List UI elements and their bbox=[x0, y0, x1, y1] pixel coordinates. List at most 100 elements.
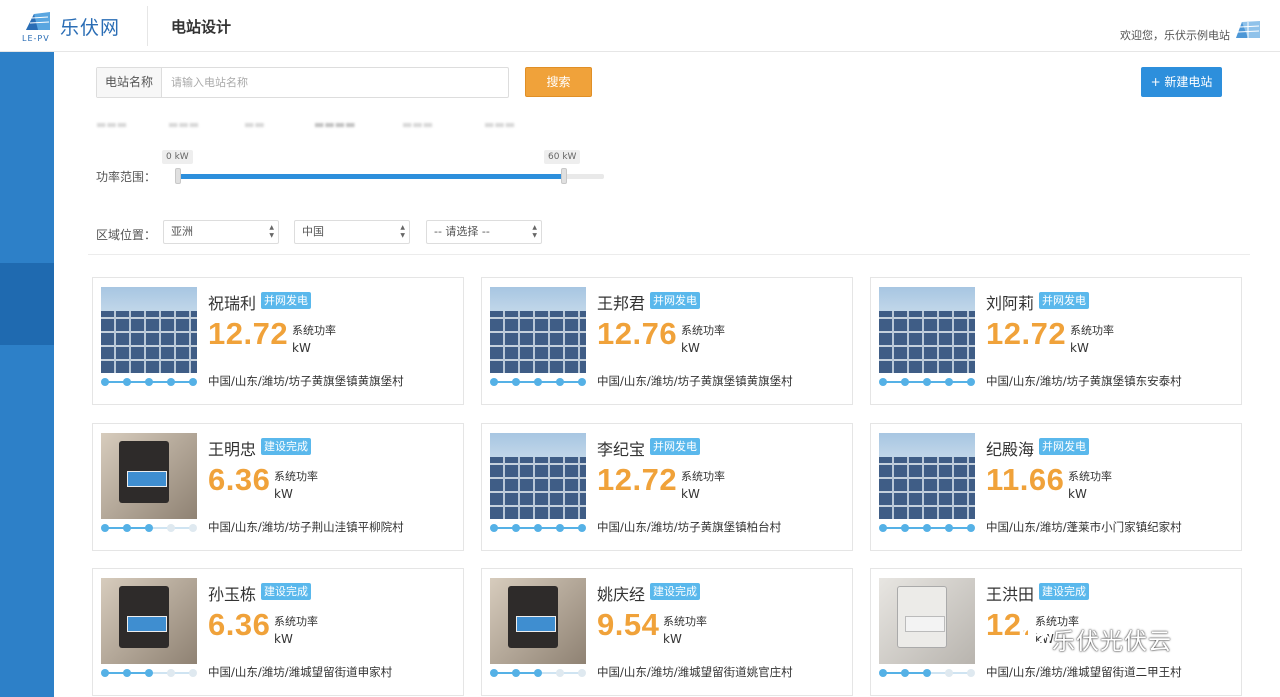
station-photo[interactable] bbox=[879, 433, 975, 519]
site-logo[interactable]: 乐伏网 LE-PV bbox=[22, 8, 132, 44]
status-badge: 建设完成 bbox=[261, 438, 311, 455]
wechat-icon bbox=[1023, 626, 1050, 647]
station-location: 中国/山东/潍坊/潍城望留街道姚官庄村 bbox=[597, 665, 793, 679]
station-card[interactable]: 王明忠 建设完成 6.36 系统功率 kW 中国/山东/潍坊/坊子荆山洼镇平柳院村 bbox=[92, 423, 464, 551]
station-owner-name[interactable]: 祝瑞利 bbox=[208, 290, 256, 314]
station-photo[interactable] bbox=[490, 287, 586, 373]
country-select[interactable]: 中国 ▲ ▼ bbox=[294, 220, 410, 244]
header-divider bbox=[147, 6, 148, 46]
station-location: 中国/山东/潍坊/潍城望留街道二甲王村 bbox=[986, 665, 1182, 679]
progress-steps bbox=[490, 377, 586, 387]
power-unit: kW bbox=[274, 487, 293, 501]
progress-step-dot bbox=[879, 524, 887, 532]
progress-step-dot bbox=[123, 669, 131, 677]
station-card[interactable]: 孙玉栋 建设完成 6.36 系统功率 kW 中国/山东/潍坊/潍城望留街道申家村 bbox=[92, 568, 464, 696]
progress-step-dot bbox=[945, 378, 953, 386]
slider-fill bbox=[178, 174, 563, 179]
station-photo[interactable] bbox=[101, 433, 197, 519]
status-filter-row: ▬▬▬ ▬▬▬ ▬▬ ▬▬▬▬ ▬▬▬ ▬▬▬ bbox=[96, 118, 516, 131]
system-power-value: 6.36 bbox=[208, 607, 271, 642]
system-power-label: 系统功率 bbox=[1070, 324, 1114, 337]
system-power-value: 12.76 bbox=[597, 316, 678, 351]
progress-step-dot bbox=[145, 669, 153, 677]
progress-steps bbox=[879, 668, 975, 678]
station-card[interactable]: 李纪宝 并网发电 12.72 系统功率 kW 中国/山东/潍坊/坊子黄旗堡镇柏台村 bbox=[481, 423, 853, 551]
station-name-input[interactable] bbox=[163, 68, 508, 97]
progress-step-dot bbox=[145, 524, 153, 532]
station-photo[interactable] bbox=[879, 287, 975, 373]
station-location: 中国/山东/潍坊/坊子黄旗堡镇黄旗堡村 bbox=[208, 374, 404, 388]
user-avatar-icon[interactable] bbox=[1234, 18, 1262, 44]
slider-min-handle[interactable] bbox=[175, 168, 181, 184]
select-arrows-icon: ▲ ▼ bbox=[400, 224, 405, 239]
station-card[interactable]: 姚庆经 建设完成 9.54 系统功率 kW 中国/山东/潍坊/潍城望留街道姚官庄村 bbox=[481, 568, 853, 696]
slider-min-label: 0 kW bbox=[162, 150, 193, 164]
station-photo[interactable] bbox=[490, 578, 586, 664]
progress-step-dot bbox=[123, 524, 131, 532]
logo-subtext: LE-PV bbox=[22, 34, 50, 43]
country-value: 中国 bbox=[302, 225, 324, 238]
status-badge: 并网发电 bbox=[261, 292, 311, 309]
system-power-value: 11.66 bbox=[986, 462, 1065, 497]
continent-select[interactable]: 亚洲 ▲ ▼ bbox=[163, 220, 279, 244]
progress-step-dot bbox=[123, 378, 131, 386]
station-card[interactable]: 刘阿莉 并网发电 12.72 系统功率 kW 中国/山东/潍坊/坊子黄旗堡镇东安泰村 bbox=[870, 277, 1242, 405]
progress-step-dot bbox=[901, 669, 909, 677]
station-card[interactable]: 王邦君 并网发电 12.76 系统功率 kW 中国/山东/潍坊/坊子黄旗堡镇黄旗堡村 bbox=[481, 277, 853, 405]
progress-step-dot bbox=[945, 524, 953, 532]
status-badge: 建设完成 bbox=[1039, 583, 1089, 600]
select-arrows-icon: ▲ ▼ bbox=[532, 224, 537, 239]
progress-step-dot bbox=[923, 524, 931, 532]
power-range-slider[interactable]: 0 kW 60 kW bbox=[162, 146, 606, 186]
power-unit: kW bbox=[1068, 487, 1087, 501]
progress-step-dot bbox=[967, 524, 975, 532]
system-power-label: 系统功率 bbox=[681, 470, 725, 483]
progress-step-dot bbox=[167, 669, 175, 677]
station-owner-name[interactable]: 姚庆经 bbox=[597, 581, 645, 605]
status-badge: 并网发电 bbox=[650, 292, 700, 309]
status-badge: 并网发电 bbox=[650, 438, 700, 455]
progress-step-dot bbox=[534, 378, 542, 386]
power-unit: kW bbox=[681, 341, 700, 355]
progress-step-dot bbox=[490, 669, 498, 677]
progress-step-dot bbox=[490, 524, 498, 532]
station-owner-name[interactable]: 李纪宝 bbox=[597, 436, 645, 460]
station-location: 中国/山东/潍坊/蓬莱市小门家镇纪家村 bbox=[986, 520, 1182, 534]
station-photo[interactable] bbox=[879, 578, 975, 664]
power-range-label: 功率范围： bbox=[96, 170, 157, 184]
sidebar-item-active[interactable] bbox=[0, 263, 54, 345]
status-badge: 并网发电 bbox=[1039, 292, 1089, 309]
station-card[interactable]: 祝瑞利 并网发电 12.72 系统功率 kW 中国/山东/潍坊/坊子黄旗堡镇黄旗堡村 bbox=[92, 277, 464, 405]
station-photo[interactable] bbox=[101, 287, 197, 373]
progress-step-dot bbox=[578, 669, 586, 677]
progress-step-dot bbox=[556, 669, 564, 677]
station-owner-name[interactable]: 纪殿海 bbox=[986, 436, 1034, 460]
system-power-label: 系统功率 bbox=[274, 615, 318, 628]
station-owner-name[interactable]: 孙玉栋 bbox=[208, 581, 256, 605]
slider-max-handle[interactable] bbox=[561, 168, 567, 184]
select-arrows-icon: ▲ ▼ bbox=[269, 224, 274, 239]
station-location: 中国/山东/潍坊/坊子黄旗堡镇东安泰村 bbox=[986, 374, 1182, 388]
search-group: 电站名称 bbox=[96, 67, 509, 98]
search-button[interactable]: 搜索 bbox=[525, 67, 592, 97]
station-photo[interactable] bbox=[101, 578, 197, 664]
station-owner-name[interactable]: 王明忠 bbox=[208, 436, 256, 460]
station-owner-name[interactable]: 王洪田 bbox=[986, 581, 1034, 605]
progress-step-dot bbox=[901, 378, 909, 386]
station-card[interactable]: 纪殿海 并网发电 11.66 系统功率 kW 中国/山东/潍坊/蓬莱市小门家镇纪家村 bbox=[870, 423, 1242, 551]
system-power-label: 系统功率 bbox=[1068, 470, 1112, 483]
progress-step-dot bbox=[534, 669, 542, 677]
station-photo[interactable] bbox=[490, 433, 586, 519]
station-owner-name[interactable]: 刘阿莉 bbox=[986, 290, 1034, 314]
station-location: 中国/山东/潍坊/坊子荆山洼镇平柳院村 bbox=[208, 520, 404, 534]
power-unit: kW bbox=[292, 341, 311, 355]
progress-step-dot bbox=[101, 669, 109, 677]
new-station-button[interactable]: + 新建电站 bbox=[1141, 67, 1222, 97]
system-power-value: 6.36 bbox=[208, 462, 271, 497]
station-owner-name[interactable]: 王邦君 bbox=[597, 290, 645, 314]
progress-step-dot bbox=[512, 669, 520, 677]
page-title: 电站设计 bbox=[171, 18, 232, 36]
progress-step-dot bbox=[101, 378, 109, 386]
welcome-text[interactable]: 欢迎您，乐伏示例电站 bbox=[1120, 27, 1230, 43]
province-select[interactable]: -- 请选择 -- ▲ ▼ bbox=[426, 220, 542, 244]
